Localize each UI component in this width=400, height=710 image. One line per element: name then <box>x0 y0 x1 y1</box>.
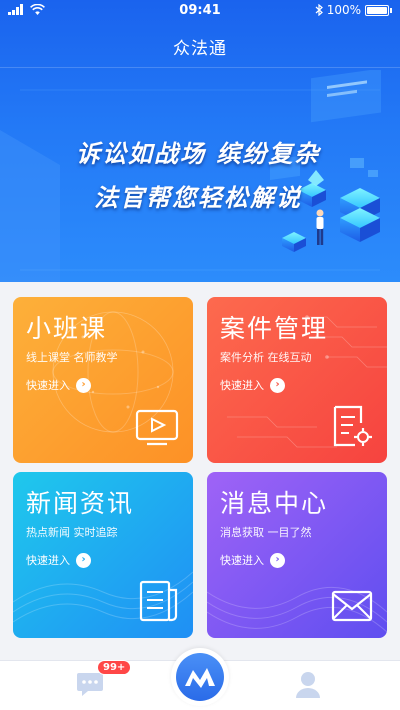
user-icon[interactable] <box>295 671 321 699</box>
chevron-right-icon: › <box>270 377 285 393</box>
unread-badge: 99+ <box>97 660 132 675</box>
card-title: 案件管理 <box>220 314 329 343</box>
card-subtitle: 热点新闻 实时追踪 <box>26 526 118 539</box>
quick-enter-label: 快速进入 <box>220 379 264 392</box>
card-subtitle: 案件分析 在线互动 <box>220 351 312 364</box>
status-right: 100% <box>315 3 392 17</box>
video-icon <box>135 409 179 446</box>
battery-icon <box>365 4 389 16</box>
card-title: 新闻资讯 <box>26 489 135 518</box>
home-center-button[interactable] <box>171 648 229 706</box>
quick-enter-label: 快速进入 <box>26 554 70 567</box>
quick-enter-link[interactable]: 快速进入 › <box>220 552 285 568</box>
logo-mark <box>185 668 215 688</box>
chat-bubble-icon[interactable] <box>76 671 104 697</box>
card-message-center[interactable]: 消息中心 消息获取 一目了然 快速进入 › <box>207 472 387 638</box>
battery-percent: 100% <box>326 3 361 17</box>
app-logo-icon <box>176 653 224 701</box>
banner-illustration <box>0 70 381 282</box>
card-news[interactable]: 新闻资讯 热点新闻 实时追踪 快速进入 › <box>13 472 193 638</box>
quick-enter-link[interactable]: 快速进入 › <box>220 377 285 393</box>
card-small-class[interactable]: 小班课 线上课堂 名师教学 快速进入 › <box>13 297 193 463</box>
mail-icon <box>331 590 373 622</box>
quick-enter-label: 快速进入 <box>220 554 264 567</box>
nav-bar: 众法通 <box>0 22 400 68</box>
newspaper-icon <box>139 580 178 622</box>
chevron-right-icon: › <box>270 552 285 568</box>
document-gear-icon <box>333 405 372 447</box>
header-banner: 09:41 100% 众法通 诉讼如战场 缤纷复杂 法官帮您轻松解说 <box>0 0 400 282</box>
banner-slogan-2: 法官帮您轻松解说 <box>94 184 302 212</box>
card-case-management[interactable]: 案件管理 案件分析 在线互动 快速进入 › <box>207 297 387 463</box>
quick-enter-link[interactable]: 快速进入 › <box>26 552 91 568</box>
quick-enter-label: 快速进入 <box>26 379 70 392</box>
card-subtitle: 线上课堂 名师教学 <box>26 351 118 364</box>
quick-enter-link[interactable]: 快速进入 › <box>26 377 91 393</box>
card-subtitle: 消息获取 一目了然 <box>220 526 312 539</box>
chevron-right-icon: › <box>76 552 91 568</box>
banner-slogan-1: 诉讼如战场 缤纷复杂 <box>76 140 321 168</box>
status-bar: 09:41 100% <box>0 0 400 22</box>
page-title: 众法通 <box>173 39 227 59</box>
card-title: 消息中心 <box>220 489 329 518</box>
card-title: 小班课 <box>26 314 108 343</box>
chevron-right-icon: › <box>76 377 91 393</box>
bluetooth-icon <box>315 4 323 16</box>
battery-tip <box>390 7 392 13</box>
